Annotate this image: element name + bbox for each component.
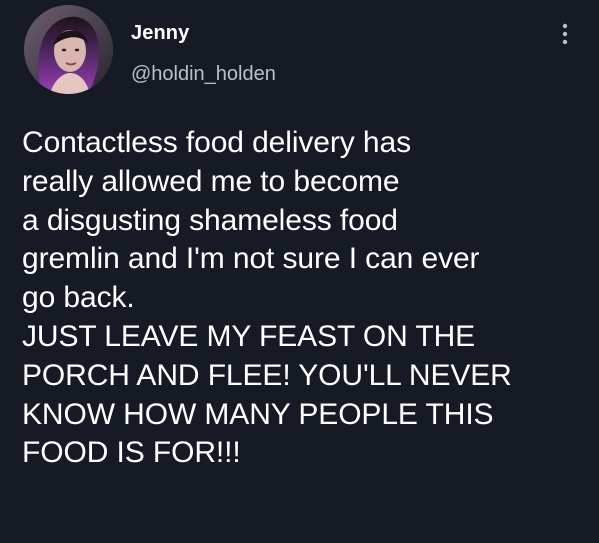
more-vertical-icon[interactable] xyxy=(558,22,572,48)
user-display-name[interactable]: Jenny xyxy=(131,22,189,45)
user-avatar-icon xyxy=(24,5,113,94)
tweet-card: Jenny @holdin_holden Contactless food de… xyxy=(0,0,599,543)
tweet-text: Contactless food delivery has really all… xyxy=(22,126,512,470)
avatar[interactable] xyxy=(24,5,113,94)
user-handle[interactable]: @holdin_holden xyxy=(131,63,276,86)
